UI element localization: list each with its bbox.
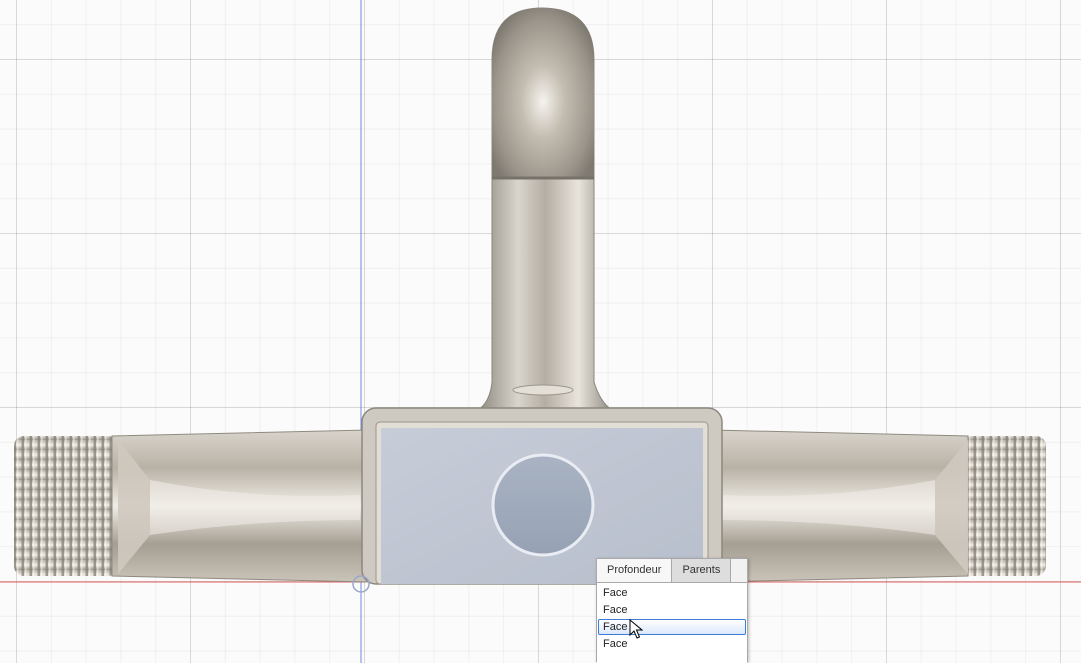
3d-viewport[interactable] bbox=[0, 0, 1081, 663]
tab-parents[interactable]: Parents bbox=[672, 559, 732, 582]
list-item-selected[interactable]: Face bbox=[598, 619, 746, 635]
list-item[interactable]: Face bbox=[598, 636, 746, 652]
branch-elbow-cap bbox=[492, 8, 594, 178]
list-item[interactable]: Face bbox=[598, 602, 746, 618]
branch-fillet bbox=[512, 384, 574, 396]
arrow-pointer-icon bbox=[629, 619, 643, 639]
select-other-popup[interactable]: Profondeur Parents Face Face Face Face bbox=[596, 558, 748, 663]
list-item[interactable]: Face bbox=[598, 585, 746, 601]
tee-fitting-model[interactable] bbox=[0, 0, 1081, 663]
port-hole bbox=[491, 453, 595, 557]
popup-tabs: Profondeur Parents bbox=[597, 559, 747, 583]
tab-profondeur[interactable]: Profondeur bbox=[597, 559, 673, 582]
left-thread bbox=[14, 436, 118, 576]
selection-list: Face Face Face Face bbox=[597, 583, 747, 663]
